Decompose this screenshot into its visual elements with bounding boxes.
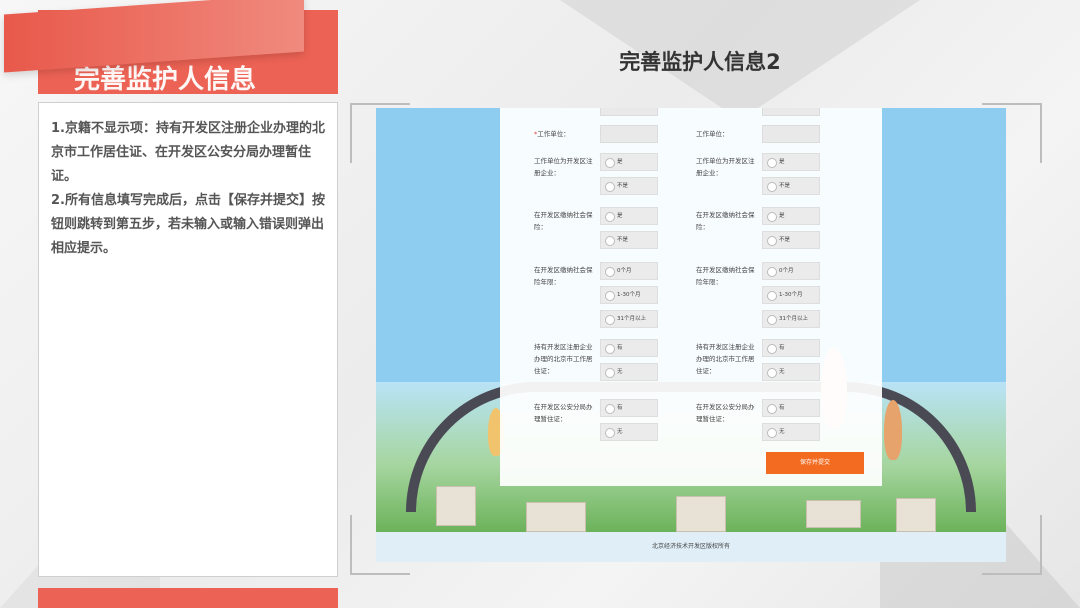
q3-label: 在开发区缴纳社会保险年限： <box>534 266 593 286</box>
notes-panel: 1.京籍不显示项：持有开发区注册企业办理的北京市工作居住证、在开发区公安分局办理… <box>38 102 338 577</box>
radio-have[interactable]: 有 <box>762 399 820 417</box>
building <box>806 500 861 528</box>
q1-label: 工作单位为开发区注册企业： <box>696 157 755 177</box>
q3-label: 在开发区缴纳社会保险年限： <box>696 266 755 286</box>
building <box>896 498 936 532</box>
radio-no[interactable]: 不是 <box>762 231 820 249</box>
form-screenshot: *工作单位： 工作单位为开发区注册企业： 是 不是 在开发区缴纳社会保险： 是 … <box>376 108 1006 562</box>
radio-yes[interactable]: 是 <box>762 207 820 225</box>
radio-none[interactable]: 无 <box>600 423 658 441</box>
form-card: *工作单位： 工作单位为开发区注册企业： 是 不是 在开发区缴纳社会保险： 是 … <box>500 108 882 486</box>
radio-none[interactable]: 无 <box>762 363 820 381</box>
radio-have[interactable]: 有 <box>600 339 658 357</box>
q1-label: 工作单位为开发区注册企业： <box>534 157 593 177</box>
radio-have[interactable]: 有 <box>762 339 820 357</box>
q5-label: 在开发区公安分局办理暂住证： <box>534 403 593 423</box>
work-unit-label: 工作单位： <box>696 130 729 138</box>
work-unit-input[interactable] <box>600 125 658 143</box>
radio-1-30-months[interactable]: 1-30个月 <box>762 286 820 304</box>
work-unit-label: 工作单位： <box>537 130 570 138</box>
note-2: 2.所有信息填写完成后，点击【保存并提交】按钮则跳转到第五步，若未输入或输入错误… <box>51 193 325 256</box>
radio-0-months[interactable]: 0个月 <box>600 262 658 280</box>
radio-0-months[interactable]: 0个月 <box>762 262 820 280</box>
q2-label: 在开发区缴纳社会保险： <box>534 211 593 231</box>
radio-no[interactable]: 不是 <box>600 231 658 249</box>
radio-1-30-months[interactable]: 1-30个月 <box>600 286 658 304</box>
save-submit-button[interactable]: 保存并提交 <box>766 452 864 474</box>
radio-31-months[interactable]: 31个月以上 <box>762 310 820 328</box>
building <box>526 502 586 532</box>
radio-yes[interactable]: 是 <box>762 153 820 171</box>
note-1: 1.京籍不显示项：持有开发区注册企业办理的北京市工作居住证、在开发区公安分局办理… <box>51 121 325 184</box>
text-field[interactable] <box>600 108 658 116</box>
slide-heading: 完善监护人信息2 <box>619 50 781 74</box>
radio-yes[interactable]: 是 <box>600 153 658 171</box>
radio-none[interactable]: 无 <box>600 363 658 381</box>
q4-label: 持有开发区注册企业办理的北京市工作居住证： <box>534 343 593 375</box>
q4-label: 持有开发区注册企业办理的北京市工作居住证： <box>696 343 755 375</box>
work-unit-input[interactable] <box>762 125 820 143</box>
radio-no[interactable]: 不是 <box>762 177 820 195</box>
radio-none[interactable]: 无 <box>762 423 820 441</box>
radio-no[interactable]: 不是 <box>600 177 658 195</box>
building <box>676 496 726 532</box>
cartoon-child <box>884 400 902 460</box>
building <box>436 486 476 526</box>
q5-label: 在开发区公安分局办理暂住证： <box>696 403 755 423</box>
text-field[interactable] <box>762 108 820 116</box>
radio-have[interactable]: 有 <box>600 399 658 417</box>
radio-yes[interactable]: 是 <box>600 207 658 225</box>
q2-label: 在开发区缴纳社会保险： <box>696 211 755 231</box>
bottom-banner <box>38 588 338 608</box>
copyright-footer: 北京经济技术开发区版权所有 <box>376 532 1006 562</box>
radio-31-months[interactable]: 31个月以上 <box>600 310 658 328</box>
